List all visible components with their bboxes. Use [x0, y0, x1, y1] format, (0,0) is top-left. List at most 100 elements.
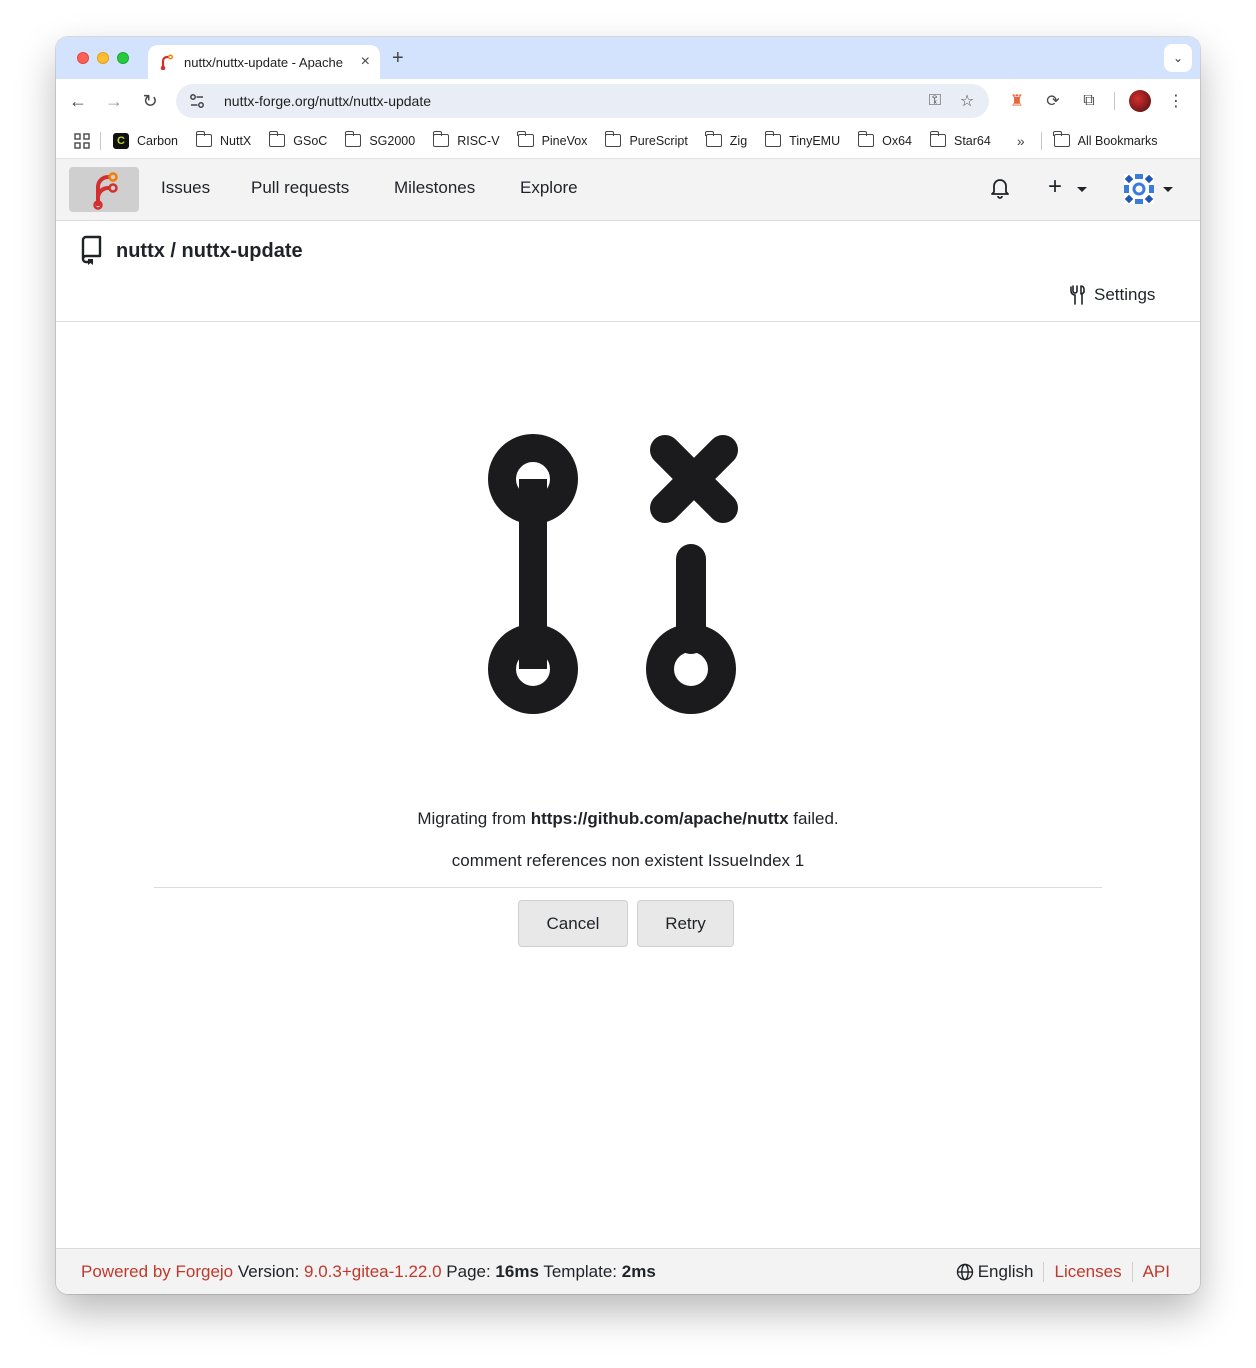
bookmark-label: Ox64 — [882, 133, 912, 148]
forgejo-logo-icon — [93, 171, 118, 210]
minimize-window-button[interactable] — [97, 52, 109, 64]
bookmark-folder-purescript[interactable]: PureScript — [604, 131, 688, 148]
profile-avatar[interactable] — [1129, 90, 1151, 112]
nav-pull-requests[interactable]: Pull requests — [251, 178, 349, 198]
browser-menu-icon[interactable]: ⋮ — [1165, 90, 1187, 112]
tab-close-icon[interactable]: × — [361, 54, 370, 70]
folder-icon — [432, 131, 450, 147]
settings-tools-icon — [1070, 285, 1085, 305]
folder-icon — [929, 131, 946, 147]
bookmark-label: GSoC — [293, 133, 328, 148]
extensions-area: ♜ ⟳ ⧉ ⋮ — [1006, 89, 1187, 113]
nav-explore[interactable]: Explore — [520, 178, 578, 198]
close-window-button[interactable] — [77, 52, 89, 64]
chevron-down-icon[interactable] — [1077, 187, 1087, 192]
more-bookmarks-icon[interactable]: » — [1017, 133, 1025, 149]
bookmark-folder-sg2000[interactable]: SG2000 — [344, 131, 416, 148]
site-settings-icon[interactable] — [188, 92, 206, 110]
migration-error-detail: comment references non existent IssueInd… — [451, 851, 805, 870]
bookmark-label: Star64 — [954, 133, 991, 148]
folder-icon — [195, 131, 212, 147]
chevron-down-icon[interactable] — [1163, 187, 1173, 192]
bookmark-folder-nuttx[interactable]: NuttX — [195, 131, 252, 148]
toolbar-divider — [1114, 92, 1115, 110]
bookmark-folder-tinyemu[interactable]: TinyEMU — [764, 131, 841, 148]
url-text: nuttx-forge.org/nuttx/nuttx-update — [224, 93, 432, 109]
repo-icon — [81, 235, 102, 265]
template-time-label: Template: — [538, 1262, 622, 1281]
folder-icon — [1053, 131, 1070, 147]
browser-toolbar: ← → ↻ nuttx-forge.org/nuttx/nuttx-update… — [56, 79, 1200, 123]
bookmarks-divider — [100, 131, 101, 150]
nav-issues[interactable]: Issues — [161, 178, 210, 198]
powered-by-link[interactable]: Powered by Forgejo — [81, 1262, 233, 1281]
bookmark-folder-star64[interactable]: Star64 — [929, 131, 991, 148]
bookmark-label: PureScript — [629, 133, 688, 148]
template-time-value: 2ms — [621, 1262, 656, 1281]
bell-icon[interactable] — [990, 177, 1010, 199]
bookmark-label: Carbon — [137, 133, 178, 148]
reload-button[interactable]: ↻ — [138, 89, 162, 113]
plus-icon[interactable]: + — [1048, 175, 1062, 199]
apps-grid-icon[interactable] — [74, 132, 90, 149]
footer-info: Powered by Forgejo Version: 9.0.3+gitea-… — [81, 1262, 656, 1282]
settings-label: Settings — [1094, 285, 1156, 304]
forward-button[interactable]: → — [102, 89, 126, 113]
message-suffix: failed. — [788, 809, 839, 828]
folder-icon — [764, 131, 782, 147]
bookmark-carbon[interactable]: C Carbon — [113, 132, 178, 149]
api-link[interactable]: API — [1143, 1262, 1170, 1282]
repo-settings-link[interactable]: Settings — [1068, 285, 1155, 305]
all-bookmarks-folder[interactable]: All Bookmarks — [1053, 131, 1158, 148]
footer-divider — [1043, 1262, 1045, 1282]
licenses-link[interactable]: Licenses — [1054, 1262, 1121, 1282]
page-time-label: Page: — [441, 1262, 496, 1281]
migration-status-message: Migrating from https://github.com/apache… — [56, 809, 1200, 829]
new-tab-button[interactable]: + — [392, 47, 404, 69]
divider — [154, 887, 1102, 888]
bookmark-label: NuttX — [220, 133, 252, 148]
all-bookmarks-label: All Bookmarks — [1077, 133, 1158, 148]
folder-icon — [604, 131, 622, 147]
version-label: Version: — [233, 1262, 305, 1281]
browser-tab-active[interactable]: nuttx/nuttx-update - Apache × — [148, 45, 380, 79]
extensions-puzzle-icon[interactable]: ⧉ — [1078, 90, 1100, 112]
bookmark-folder-zig[interactable]: Zig — [705, 131, 748, 148]
bookmark-label: TinyEMU — [789, 133, 841, 148]
folder-icon — [344, 131, 362, 147]
bookmarks-bar: C Carbon NuttX GSoC SG2000 RISC-V PineVox… — [56, 123, 1200, 159]
bookmark-label: SG2000 — [369, 133, 416, 148]
repo-title-link[interactable]: nuttx / nuttx-update — [116, 240, 303, 263]
bookmark-folder-gsoc[interactable]: GSoC — [268, 131, 328, 148]
nav-milestones[interactable]: Milestones — [394, 178, 475, 198]
bookmarks-divider — [1040, 131, 1042, 150]
version-link[interactable]: 9.0.3+gitea-1.22.0 — [304, 1262, 442, 1281]
footer-links: English Licenses API — [956, 1262, 1170, 1282]
language-selector[interactable]: English — [978, 1262, 1034, 1282]
extension-chess-icon[interactable]: ♜ — [1006, 90, 1028, 112]
repo-header: nuttx / nuttx-update Settings — [56, 221, 1200, 322]
back-button[interactable]: ← — [66, 89, 90, 113]
bookmark-folder-pinevox[interactable]: PineVox — [517, 131, 588, 148]
forgejo-favicon-icon — [160, 54, 173, 70]
home-logo-link[interactable] — [69, 167, 139, 212]
zoom-window-button[interactable] — [117, 52, 129, 64]
globe-icon — [956, 1263, 973, 1281]
user-avatar[interactable] — [1124, 174, 1154, 204]
address-bar[interactable]: nuttx-forge.org/nuttx/nuttx-update ⚿ ☆ — [176, 84, 989, 118]
retry-button[interactable]: Retry — [637, 900, 734, 947]
tab-search-button[interactable]: ⌄ — [1164, 44, 1192, 72]
cancel-button[interactable]: Cancel — [518, 900, 628, 947]
bookmark-label: PineVox — [541, 133, 588, 148]
bookmark-folder-riscv[interactable]: RISC-V — [432, 131, 500, 148]
tab-strip: nuttx/nuttx-update - Apache × + ⌄ — [56, 37, 1200, 79]
password-key-icon[interactable]: ⚿ — [925, 91, 945, 111]
forgejo-page: Issues Pull requests Milestones Explore … — [56, 159, 1200, 1294]
bookmark-folder-ox64[interactable]: Ox64 — [857, 131, 912, 148]
folder-icon — [517, 131, 534, 147]
bookmark-star-icon[interactable]: ☆ — [957, 91, 977, 111]
source-url: https://github.com/apache/nuttx — [530, 809, 789, 828]
extension-sync-icon[interactable]: ⟳ — [1042, 90, 1064, 112]
migration-failed-icon — [488, 434, 738, 714]
bookmark-label: Zig — [729, 133, 748, 148]
